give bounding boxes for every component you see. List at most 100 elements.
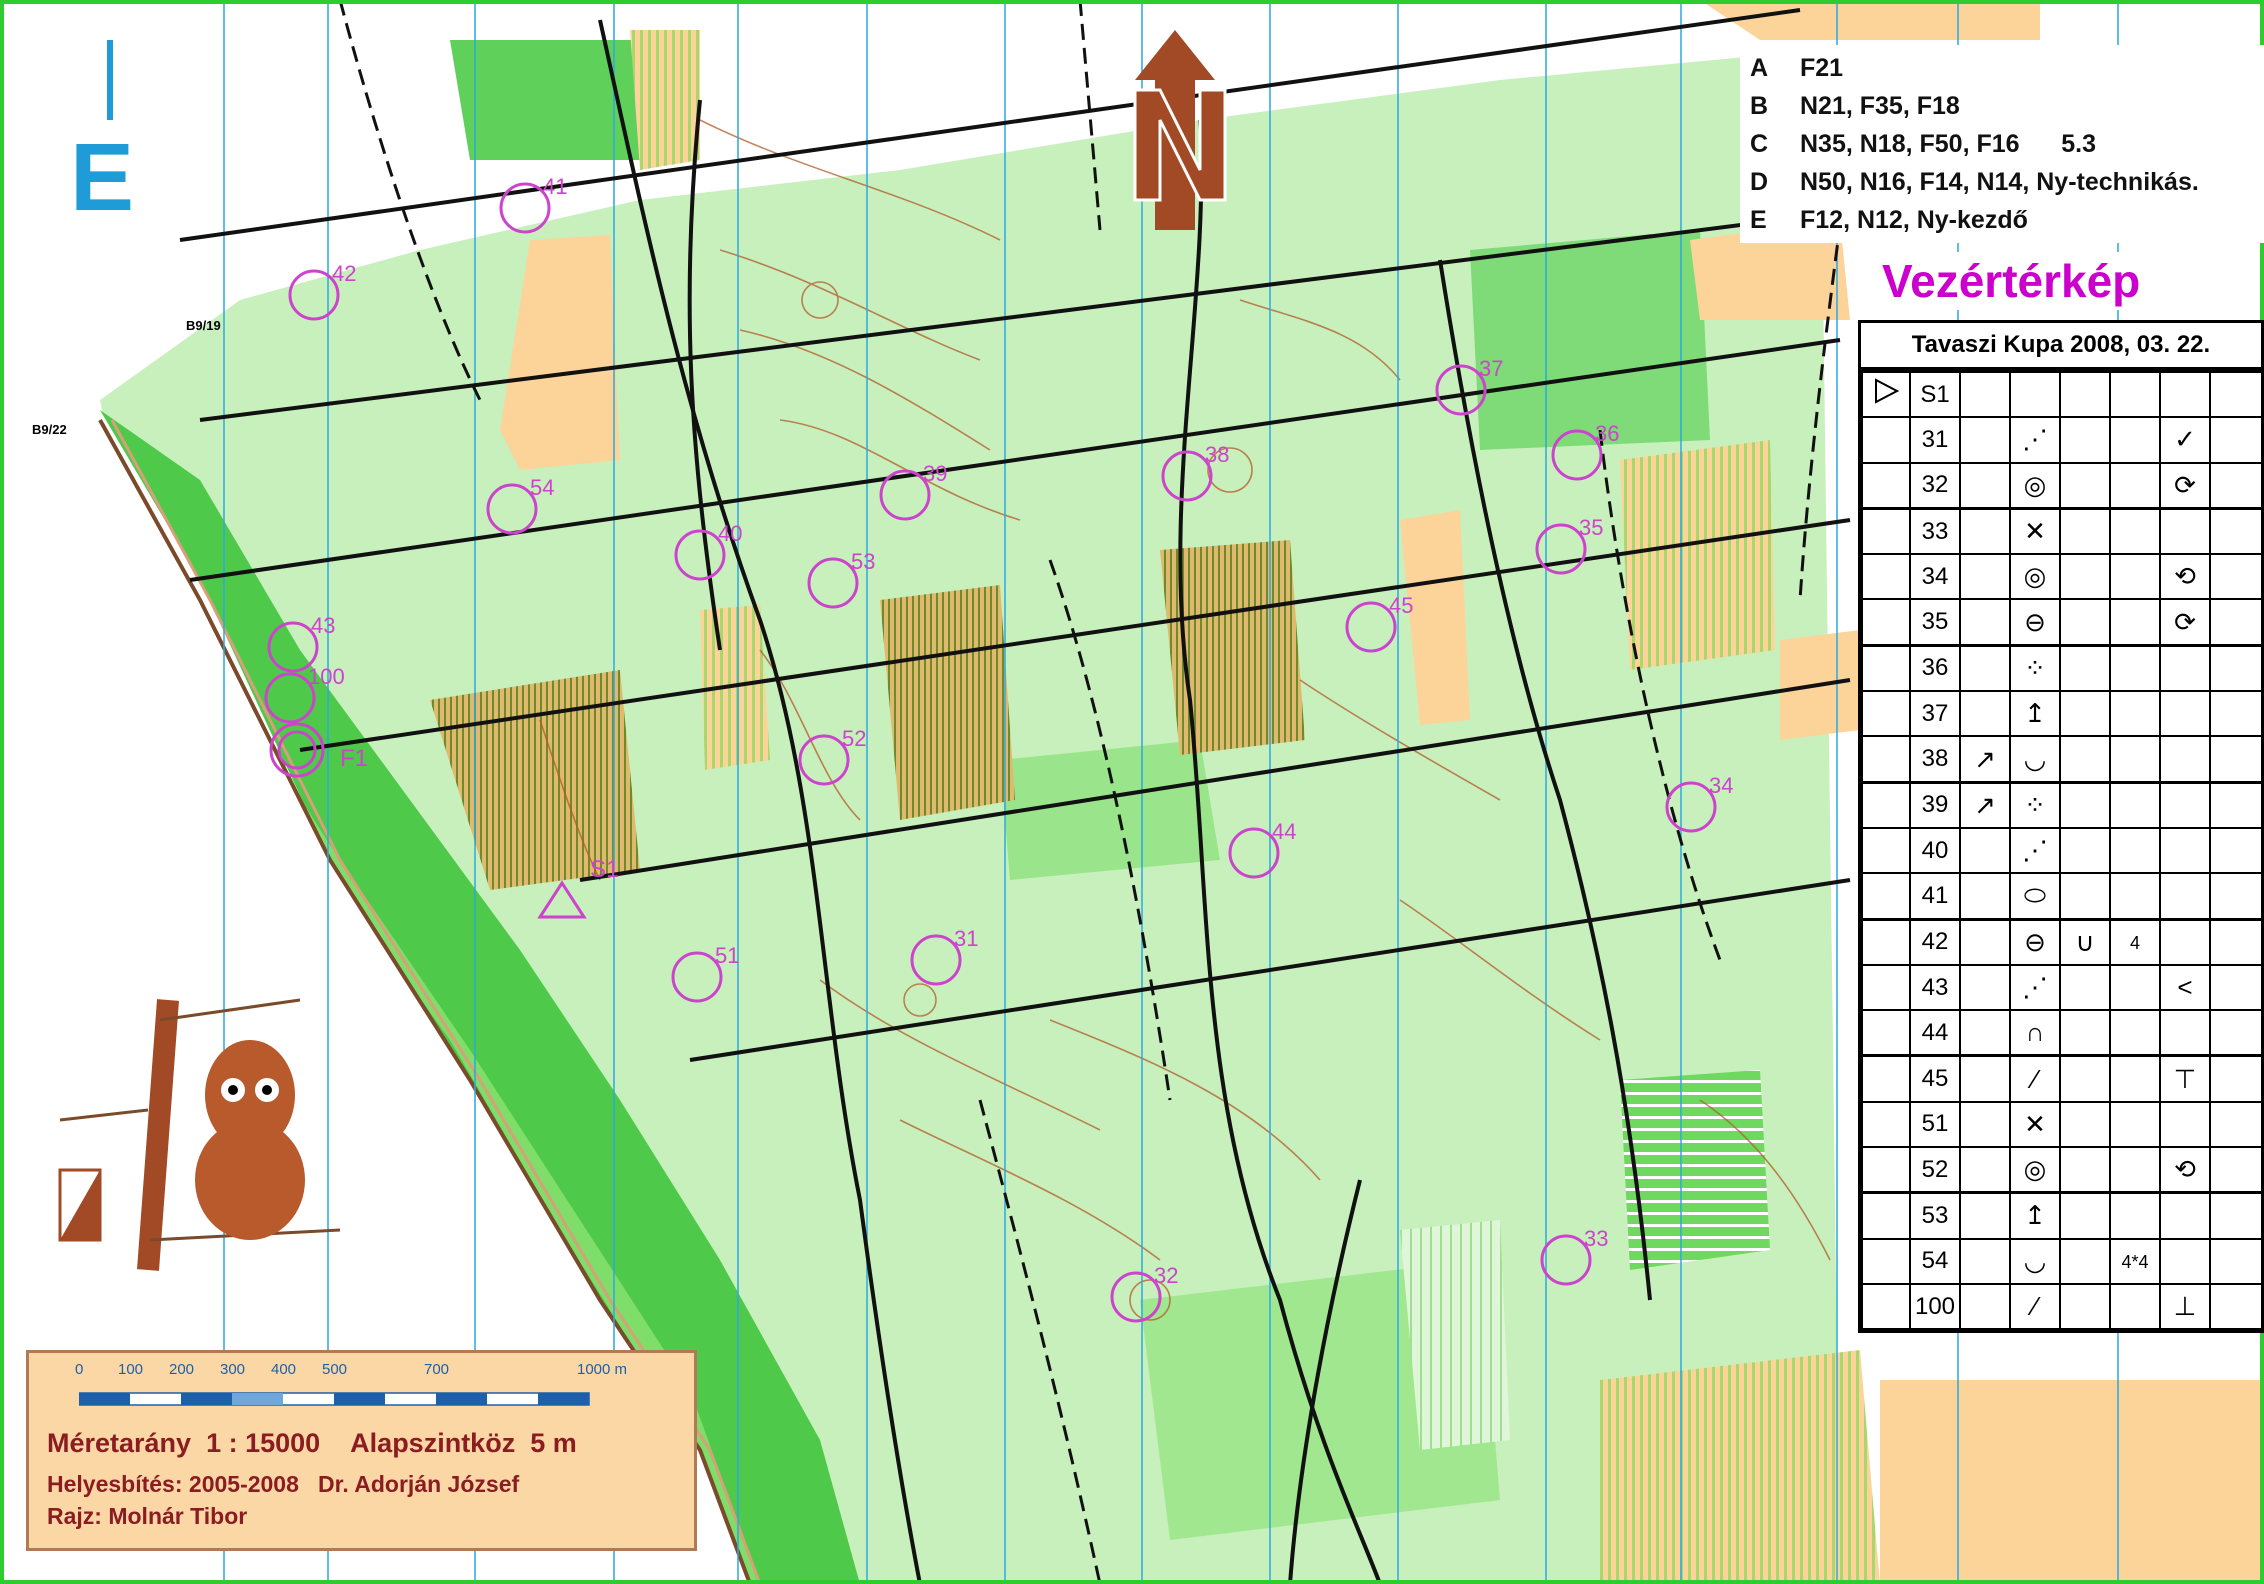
course-row-b: B N21, F35, F18 bbox=[1750, 87, 2264, 125]
description-symbol: ↥ bbox=[2024, 698, 2046, 729]
symbol-cell: ⟳ bbox=[2159, 598, 2211, 647]
symbol-cell bbox=[2209, 872, 2263, 921]
description-row: 38 ↗ ◡ bbox=[1861, 735, 2263, 784]
symbol-cell bbox=[2109, 1009, 2161, 1057]
symbol-cell: ◎ bbox=[2009, 553, 2061, 601]
control-code: 53 bbox=[1921, 1201, 1949, 1229]
course-letter: E bbox=[1750, 206, 1767, 234]
code-cell: 31 bbox=[1909, 416, 1961, 464]
symbol-cell: ∪ bbox=[2059, 917, 2111, 966]
symbol-cell bbox=[2209, 1146, 2263, 1194]
description-row: 31 ⋰ ✓ bbox=[1861, 416, 2263, 464]
symbol-cell bbox=[2059, 826, 2111, 875]
symbol-cell bbox=[2209, 1100, 2263, 1149]
symbol-cell bbox=[2059, 416, 2111, 464]
description-symbol: ◎ bbox=[2023, 1154, 2047, 1185]
symbol-cell bbox=[2109, 506, 2161, 556]
symbol-cell bbox=[1959, 1054, 2011, 1103]
symbol-cell bbox=[1959, 690, 2011, 738]
description-symbol: ↗ bbox=[1974, 789, 1996, 820]
control-number: 100 bbox=[308, 664, 345, 689]
control-code: 35 bbox=[1921, 608, 1949, 636]
start-symbol-cell bbox=[1861, 1282, 1911, 1331]
course-categories: N21, F35, F18 bbox=[1800, 92, 1960, 120]
symbol-cell bbox=[2209, 370, 2263, 419]
symbol-cell bbox=[2159, 872, 2211, 921]
control-code: 36 bbox=[1921, 654, 1949, 682]
symbol-cell bbox=[2109, 553, 2161, 601]
symbol-cell bbox=[2159, 735, 2211, 784]
start-symbol-cell bbox=[1861, 1009, 1911, 1057]
symbol-cell bbox=[2059, 506, 2111, 556]
symbol-cell bbox=[2109, 735, 2161, 784]
symbol-cell bbox=[2109, 1054, 2161, 1103]
symbol-cell: ⊖ bbox=[2009, 598, 2061, 647]
code-cell: 100 bbox=[1909, 1282, 1961, 1331]
control-number: 43 bbox=[311, 613, 335, 638]
course-row-e: E F12, N12, Ny-kezdő bbox=[1750, 201, 2264, 239]
control-code: 43 bbox=[1921, 973, 1949, 1001]
description-symbol: ⊤ bbox=[2173, 1063, 2197, 1094]
control-description-sheet: Tavaszi Kupa 2008, 03. 22. S1 31 ⋰ ✓ 32 ◎ ⟳ 33 ✕… bbox=[1858, 320, 2264, 1334]
scale-tick-label: 400 bbox=[271, 1361, 297, 1378]
symbol-cell bbox=[2209, 416, 2263, 464]
field-right2 bbox=[1620, 440, 1775, 670]
symbol-cell bbox=[2059, 963, 2111, 1012]
symbol-cell bbox=[1959, 1282, 2011, 1331]
symbol-cell: ↗ bbox=[1959, 780, 2011, 829]
course-row-d: D N50, N16, F14, N14, Ny-technikás. bbox=[1750, 163, 2264, 201]
symbol-cell bbox=[2109, 690, 2161, 738]
start-symbol-cell bbox=[1861, 1146, 1911, 1194]
symbol-cell bbox=[2209, 735, 2263, 784]
description-row: 100 ⁄ ⊥ bbox=[1861, 1282, 2263, 1331]
code-cell: 34 bbox=[1909, 553, 1961, 601]
symbol-cell bbox=[2109, 370, 2161, 419]
symbol-cell bbox=[1959, 643, 2011, 693]
symbol-cell: ⟲ bbox=[2159, 1146, 2211, 1194]
symbol-cell bbox=[2109, 643, 2161, 693]
code-cell: 35 bbox=[1909, 598, 1961, 647]
description-row: 43 ⋰ < bbox=[1861, 963, 2263, 1012]
symbol-cell bbox=[2209, 963, 2263, 1012]
control-number: 53 bbox=[851, 549, 875, 574]
code-cell: 39 bbox=[1909, 780, 1961, 829]
description-symbol: 4*4 bbox=[2121, 1252, 2149, 1273]
symbol-cell bbox=[2059, 461, 2111, 510]
symbol-cell bbox=[2109, 1100, 2161, 1149]
code-cell: 54 bbox=[1909, 1237, 1961, 1285]
field-dark-center bbox=[880, 585, 1015, 820]
symbol-cell bbox=[2109, 461, 2161, 510]
symbol-cell bbox=[2159, 1100, 2211, 1149]
control-code: 37 bbox=[1921, 699, 1949, 727]
code-cell: 36 bbox=[1909, 643, 1961, 693]
course-letter: D bbox=[1750, 168, 1769, 196]
symbol-cell: ✕ bbox=[2009, 506, 2061, 556]
control-code: 44 bbox=[1921, 1018, 1949, 1046]
symbol-cell bbox=[1959, 461, 2011, 510]
symbol-cell bbox=[2059, 735, 2111, 784]
symbol-cell: ⟳ bbox=[2159, 461, 2211, 510]
description-symbol: ⬭ bbox=[2023, 879, 2047, 910]
symbol-cell bbox=[1959, 1191, 2011, 1240]
description-symbol: ⟲ bbox=[2174, 1154, 2196, 1185]
description-row: 33 ✕ bbox=[1861, 506, 2263, 556]
description-symbol: ⁘ bbox=[2024, 652, 2046, 683]
symbol-cell: ↗ bbox=[1959, 735, 2011, 784]
field-bottomright2 bbox=[1880, 1380, 2264, 1584]
event-title: Tavaszi Kupa 2008, 03. 22. bbox=[1861, 323, 2261, 370]
symbol-cell bbox=[1959, 1146, 2011, 1194]
description-row: 44 ∩ bbox=[1861, 1009, 2263, 1057]
start-triangle-icon bbox=[1875, 378, 1900, 404]
control-code: 32 bbox=[1921, 471, 1949, 499]
symbol-cell bbox=[2159, 506, 2211, 556]
description-row: 45 ⁄ ⊤ bbox=[1861, 1054, 2263, 1103]
start-symbol-cell bbox=[1861, 826, 1911, 875]
control-number: 37 bbox=[1479, 356, 1503, 381]
code-cell: 45 bbox=[1909, 1054, 1961, 1103]
symbol-cell bbox=[1959, 370, 2011, 419]
start-symbol-cell bbox=[1861, 1100, 1911, 1149]
control-code: 52 bbox=[1921, 1155, 1949, 1183]
symbol-cell bbox=[1959, 598, 2011, 647]
symbol-cell bbox=[2159, 826, 2211, 875]
symbol-cell: ∩ bbox=[2009, 1009, 2061, 1057]
